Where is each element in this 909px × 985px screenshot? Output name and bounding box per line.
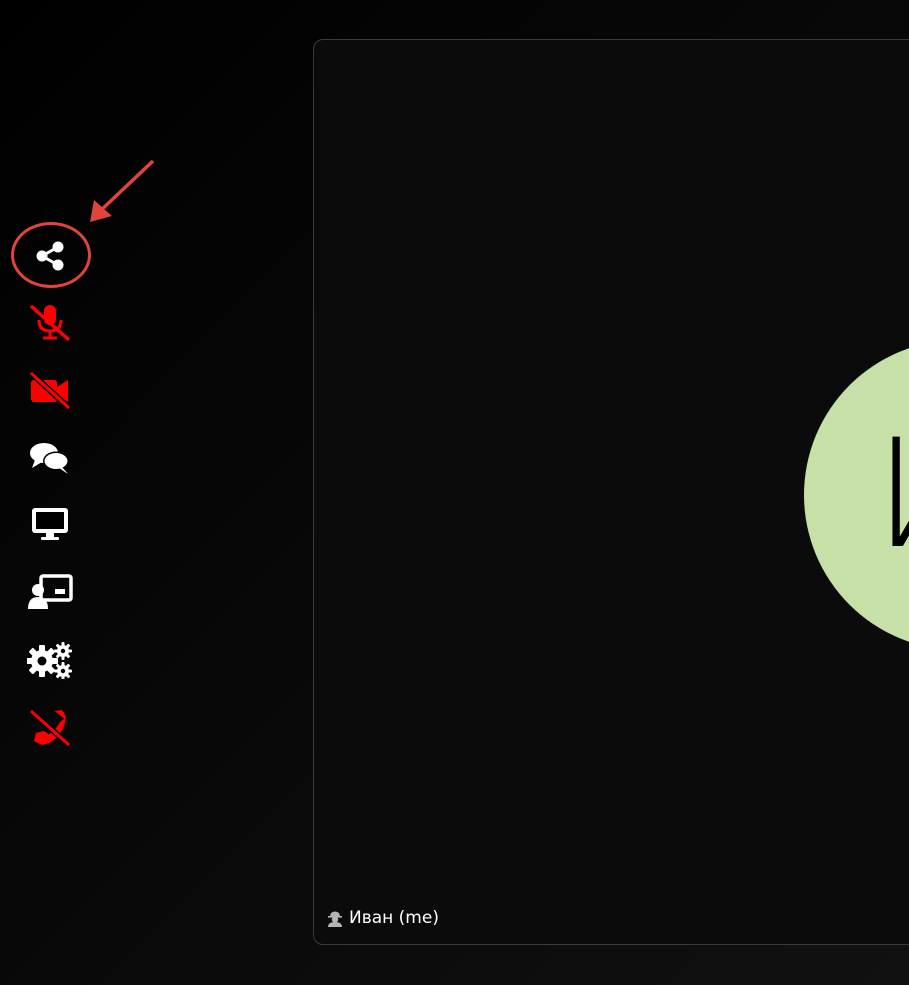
participant-name-label: Иван (me) — [327, 908, 439, 928]
presentation-button[interactable] — [26, 568, 74, 616]
video-slash-icon — [28, 371, 72, 409]
leave-call-button[interactable] — [26, 703, 74, 751]
gears-icon — [27, 642, 72, 679]
microphone-toggle-button[interactable] — [26, 298, 74, 346]
chat-button[interactable] — [26, 434, 74, 482]
participant-avatar: И — [804, 340, 909, 650]
toolbar-sidebar — [0, 0, 100, 985]
participant-video-tile[interactable]: И Иван (me) — [313, 39, 909, 945]
phone-slash-icon — [28, 708, 72, 746]
comments-icon — [30, 443, 69, 474]
camera-toggle-button[interactable] — [26, 366, 74, 414]
chalkboard-user-icon — [28, 574, 73, 609]
user-secret-icon — [328, 911, 342, 927]
desktop-icon — [32, 508, 68, 540]
share-icon — [36, 241, 64, 271]
screen-share-button[interactable] — [26, 500, 74, 548]
microphone-slash-icon — [29, 304, 71, 341]
share-button[interactable] — [26, 232, 74, 280]
settings-button[interactable] — [26, 636, 74, 684]
participant-name: Иван (me) — [349, 908, 439, 928]
avatar-initial: И — [874, 420, 909, 570]
